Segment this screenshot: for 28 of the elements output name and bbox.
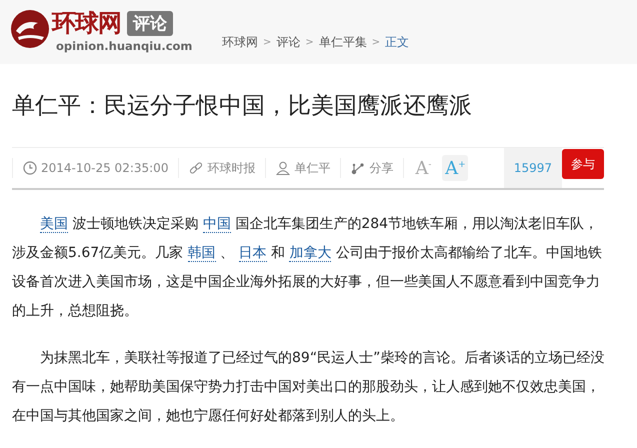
link-icon [189,161,204,175]
keyword-link[interactable]: 韩国 [188,245,216,262]
keyword-link[interactable]: 日本 [238,245,267,262]
breadcrumb-link[interactable]: 评论 [276,34,300,51]
join-button[interactable]: 参与 [562,149,604,179]
keyword-link[interactable]: 中国 [202,216,231,233]
breadcrumb-separator: > [372,37,380,48]
clock-icon [23,161,37,175]
author-name: 单仁平 [294,160,330,176]
source-name: 环球时报 [207,160,256,176]
logo-icon [10,9,50,49]
article-paragraph: 为抹黑北车，美联社等报道了已经过气的89“民运人士”柴玲的言论。后者谈话的立场已经没有一点中国味，她帮助美国保守势力打击中国对美出口的那股劲头，让人感到她不仅效忠美国，在中国与其他国家之间，她也宁愿任何好处都落到别人的头上。 [12,349,606,426]
breadcrumb-separator: > [305,37,314,48]
breadcrumb-link[interactable]: 环球网 [222,34,258,51]
keyword-link[interactable]: 美国 [40,216,68,233]
section-badge: 评论 [127,10,173,36]
publish-time: 2014-10-25 02:35:00 [41,161,168,175]
breadcrumb-link[interactable]: 单仁平集 [318,34,367,51]
breadcrumb-separator: > [263,37,272,48]
logo-text[interactable]: 环球网 [52,7,121,39]
breadcrumb-link[interactable]: 正文 [385,34,410,51]
article-paragraph: 美国 波士顿地铁决定采购 中国 国企北车集团生产的284节地铁车厢，用以淘汰老旧车队，涉及金额5.67亿美元。几家 韩国 、 日本 和 加拿大 公司由于报价太高都输给了北车。中国地铁设备首次进入美国市场，这是中国企业海外拓展的大好事，但一些美国人不愿意看到中国竞争力的上升，总想阻挠。 [12,215,603,321]
person-icon [276,161,290,175]
article-title: 单仁平：民运分子恨中国，比美国鹰派还鹰派 [12,92,473,121]
share-button[interactable]: 分享 [340,158,404,178]
keyword-link[interactable]: 加拿大 [289,245,332,262]
site-domain: opinion.huanqiu.com [56,39,194,53]
share-icon [351,161,366,175]
